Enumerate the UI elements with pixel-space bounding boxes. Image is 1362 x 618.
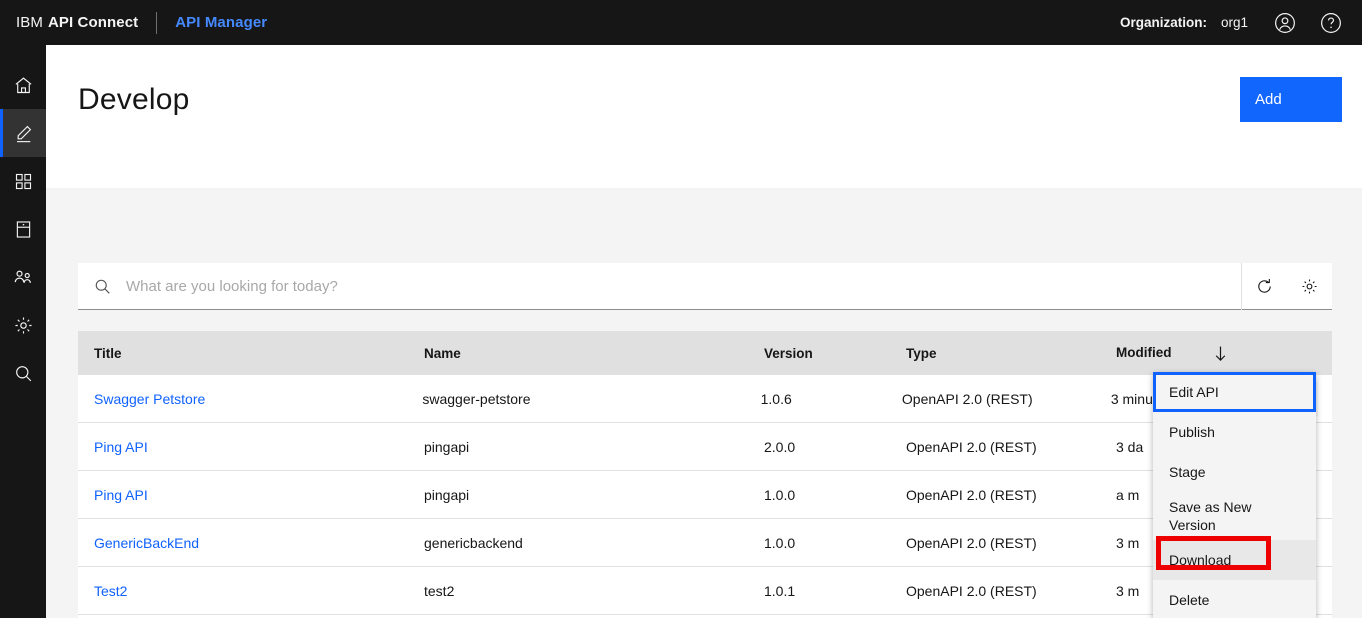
api-type-cell: OpenAPI 2.0 (REST) [901,390,1033,407]
api-version-cell: 2.0.0 [764,438,796,455]
column-header-title[interactable]: Title [78,346,424,361]
api-name-cell: swagger-petstore [422,390,531,407]
overflow-menu: Edit API Publish Stage Save as New Versi… [1153,372,1316,618]
column-header-name[interactable]: Name [424,346,764,361]
api-type-cell: OpenAPI 2.0 (REST) [906,582,1037,599]
api-version-cell: 1.0.1 [764,582,796,599]
api-name-cell: test2 [424,582,455,599]
api-name-cell: pingapi [424,438,470,455]
api-name-cell: pingapi [424,486,470,503]
sidebar-item-develop[interactable] [0,109,46,157]
sidebar-item-members[interactable] [0,253,46,301]
sidebar-item-catalog[interactable] [0,205,46,253]
search-bar [78,262,1332,310]
api-manager-link[interactable]: API Manager [175,14,267,31]
header-right-group: Organization: org1 [1120,0,1362,45]
api-version-cell: 1.0.0 [764,486,796,503]
column-header-version[interactable]: Version [764,346,906,361]
sidebar-item-apps[interactable] [0,157,46,205]
menu-item-publish[interactable]: Publish [1153,412,1316,452]
top-header-bar: IBM API Connect API Manager Organization… [0,0,1362,45]
search-input[interactable] [126,263,1241,309]
table-row[interactable]: GenericBackEnd genericbackend 1.0.0 Open… [78,519,1332,567]
sidebar-item-settings[interactable] [0,301,46,349]
gear-settings-icon[interactable] [1287,263,1332,309]
sidebar-item-home[interactable] [0,61,46,109]
brand-divider [156,11,158,34]
menu-item-delete[interactable]: Delete [1153,580,1316,618]
api-type-cell: OpenAPI 2.0 (REST) [906,486,1037,503]
add-button[interactable]: Add [1240,77,1342,122]
table-row[interactable]: Test2 test2 1.0.1 OpenAPI 2.0 (REST) 3 m [78,567,1332,615]
organization-value: org1 [1220,15,1248,30]
page-title: Develop [78,83,190,116]
api-title-link[interactable]: GenericBackEnd [94,535,199,551]
menu-item-stage[interactable]: Stage [1153,452,1316,492]
brand-product-label: API Connect [47,14,139,31]
help-question-icon[interactable] [1308,0,1354,45]
menu-item-save-as-new-version[interactable]: Save as New Version [1153,492,1316,540]
menu-item-download[interactable]: Download [1153,540,1316,580]
table-header-row: Title Name Version Type Modified [78,331,1332,375]
table-row[interactable]: Swagger Petstore swagger-petstore 1.0.6 … [78,375,1332,423]
api-version-cell: 1.0.6 [760,390,792,407]
api-type-cell: OpenAPI 2.0 (REST) [906,438,1037,455]
api-type-cell: OpenAPI 2.0 (REST) [906,534,1037,551]
api-title-link[interactable]: Swagger Petstore [94,391,205,407]
table-row[interactable]: Ping API pingapi 1.0.0 OpenAPI 2.0 (REST… [78,471,1332,519]
arrow-down-icon [1213,345,1228,362]
organization-label: Organization: [1119,15,1207,30]
api-title-link[interactable]: Ping API [94,487,148,503]
search-icon [78,263,126,310]
column-header-type[interactable]: Type [906,346,1116,361]
sidebar-rail [0,45,46,618]
column-header-modified[interactable]: Modified [1116,345,1286,362]
table-row[interactable]: Ping API pingapi 2.0.0 OpenAPI 2.0 (REST… [78,423,1332,471]
api-version-cell: 1.0.0 [764,534,796,551]
api-title-link[interactable]: Ping API [94,439,148,455]
search-actions [1241,262,1332,310]
column-header-modified-label: Modified [1116,344,1172,360]
brand-ibm-label: IBM [16,14,43,31]
api-title-link[interactable]: Test2 [94,583,127,599]
sidebar-item-search[interactable] [0,349,46,397]
brand: IBM API Connect API Manager [16,11,267,34]
api-table: Title Name Version Type Modified Swagger… [78,331,1332,618]
menu-item-edit-api[interactable]: Edit API [1153,372,1316,412]
user-avatar-icon[interactable] [1262,0,1308,45]
refresh-icon[interactable] [1242,263,1287,309]
api-name-cell: genericbackend [424,534,523,551]
